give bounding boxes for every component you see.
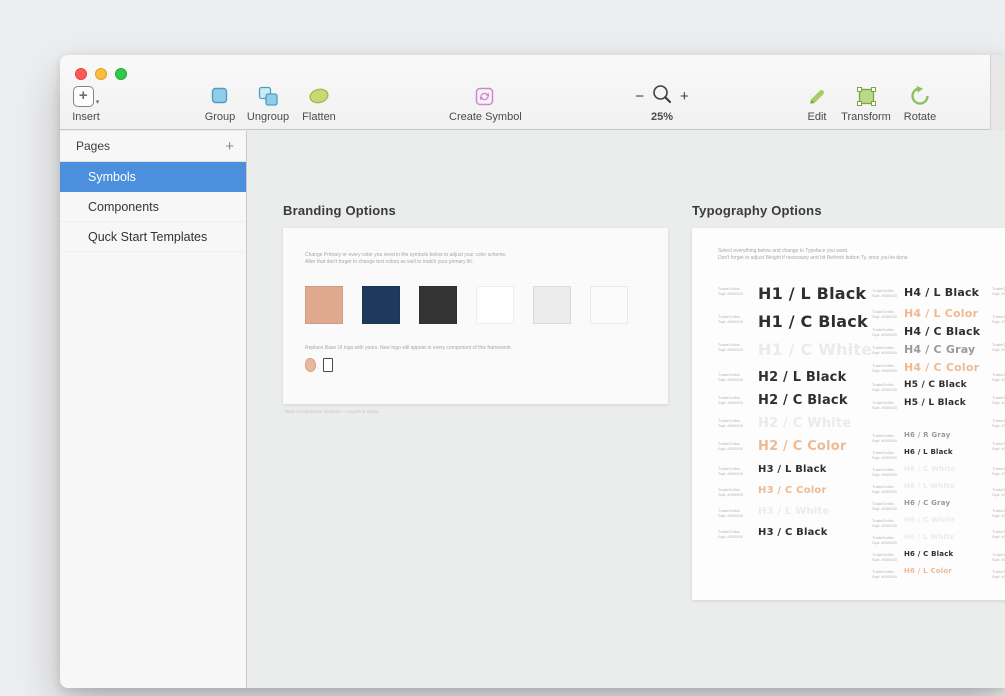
close-button[interactable] (75, 68, 87, 80)
transform-label: Transform (838, 111, 894, 123)
sketch-window: + ▾ Insert Group Ungroup (60, 55, 1005, 688)
create-symbol-icon (449, 83, 519, 109)
type-style-meta: TradeGothicSqd: #000000 (992, 286, 1005, 296)
type-col-edge: TradeGothicSqd: #000000 TradeGothicSqd: #… (692, 228, 1005, 600)
type-style-meta: TradeGothicSqd: #000000 (992, 569, 1005, 579)
sidebar-item-quck-start-templates[interactable]: Quck Start Templates (60, 222, 246, 252)
sidebar-item-components[interactable]: Components (60, 192, 246, 222)
toolbar: + ▾ Insert Group Ungroup (60, 55, 1005, 130)
rotate-label: Rotate (892, 111, 948, 123)
swatch-off-white[interactable] (590, 286, 628, 324)
edit-label: Edit (789, 111, 845, 123)
create-symbol-button[interactable]: Create Symbol (449, 83, 519, 123)
flatten-label: Flatten (291, 111, 347, 123)
chevron-down-icon: ▾ (96, 98, 100, 106)
pages-sidebar: Pages + SymbolsComponentsQuck Start Temp… (60, 131, 247, 688)
type-style-meta: TradeGothicSqd: #000000 (992, 342, 1005, 352)
type-style-meta: TradeGothicSqd: #000000 (992, 395, 1005, 405)
window-controls (75, 68, 127, 80)
type-style-meta: TradeGothicSqd: #000000 (992, 314, 1005, 324)
flatten-icon (291, 83, 347, 109)
inspector-edge (990, 55, 1005, 130)
sidebar-pages-list: SymbolsComponentsQuck Start Templates (60, 162, 246, 252)
type-style-meta: TradeGothicSqd: #000000 (992, 552, 1005, 562)
typography-artboard[interactable]: Select everything below and change to Ty… (692, 228, 1005, 600)
branding-footnote: Base Components Symbols — Layers & Style… (285, 409, 379, 414)
type-style-meta: TradeGothicSqd: #000000 (992, 529, 1005, 539)
branding-intro-line2: After that don't forget to change text c… (305, 259, 473, 266)
swatch-dark[interactable] (419, 286, 457, 324)
logo-frame-icon[interactable] (323, 358, 333, 372)
swatch-primary-peach[interactable] (305, 286, 343, 324)
pages-title: Pages (76, 139, 110, 153)
add-page-button[interactable]: + (225, 131, 234, 162)
zoom-controls: − + 25% (626, 83, 698, 123)
rotate-button[interactable]: Rotate (892, 83, 948, 123)
ungroup-button[interactable]: Ungroup (240, 83, 296, 123)
branding-intro-line1: Change Primary or every color you need i… (305, 252, 506, 259)
minimize-button[interactable] (95, 68, 107, 80)
insert-button[interactable]: + ▾ Insert (60, 83, 112, 123)
ungroup-icon (240, 83, 296, 109)
zoom-level: 25% (626, 111, 698, 123)
zoom-in-button[interactable]: + (680, 88, 689, 105)
fullscreen-button[interactable] (115, 68, 127, 80)
flatten-button[interactable]: Flatten (291, 83, 347, 123)
type-style-meta: TradeGothicSqd: #000000 (992, 418, 1005, 428)
create-symbol-label: Create Symbol (449, 111, 519, 123)
type-style-meta: TradeGothicSqd: #000000 (992, 466, 1005, 476)
edit-button[interactable]: Edit (789, 83, 845, 123)
type-style-meta: TradeGothicSqd: #000000 (992, 508, 1005, 518)
desktop-background: + ▾ Insert Group Ungroup (0, 0, 1005, 696)
swatch-white[interactable] (476, 286, 514, 324)
transform-icon (838, 83, 894, 109)
pencil-icon (789, 83, 845, 109)
zoom-out-button[interactable]: − (635, 88, 644, 105)
type-style-meta: TradeGothicSqd: #000000 (992, 441, 1005, 451)
transform-button[interactable]: Transform (838, 83, 894, 123)
artboard-title-branding[interactable]: Branding Options (283, 203, 396, 218)
swatch-light-gray[interactable] (533, 286, 571, 324)
branding-artboard[interactable]: Change Primary or every color you need i… (283, 228, 668, 404)
swatch-row (305, 286, 628, 324)
logo-mark-icon[interactable] (305, 358, 316, 372)
canvas[interactable]: Branding Options Change Primary or every… (248, 131, 1005, 688)
pages-header: Pages + (60, 131, 246, 162)
rotate-icon (892, 83, 948, 109)
insert-label: Insert (60, 111, 112, 123)
plus-icon: + (73, 86, 94, 107)
magnifier-icon[interactable] (651, 83, 673, 110)
swatch-navy[interactable] (362, 286, 400, 324)
type-style-meta: TradeGothicSqd: #000000 (992, 372, 1005, 382)
sidebar-item-symbols[interactable]: Symbols (60, 162, 246, 192)
branding-logo-line: Replace Base UI logo with yours. New log… (305, 345, 512, 352)
artboard-title-typography[interactable]: Typography Options (692, 203, 822, 218)
type-style-meta: TradeGothicSqd: #000000 (992, 487, 1005, 497)
ungroup-label: Ungroup (240, 111, 296, 123)
